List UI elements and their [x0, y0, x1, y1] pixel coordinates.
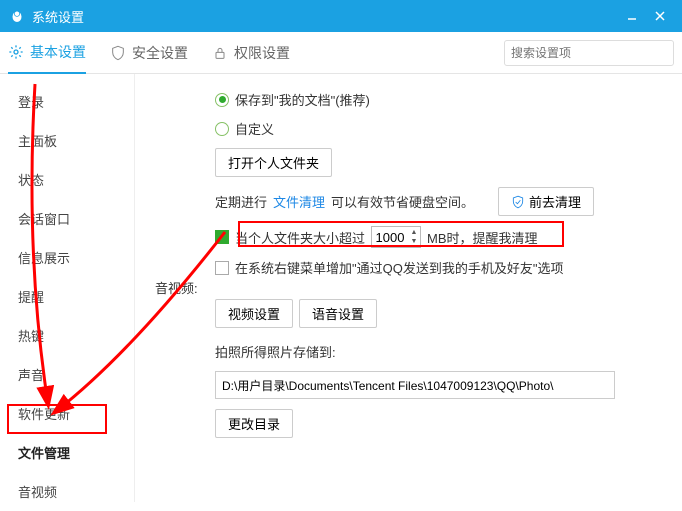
cleanup-link[interactable]: 文件清理	[273, 192, 325, 211]
radio-save-docs[interactable]	[215, 93, 229, 107]
content-panel: 保存到"我的文档"(推荐) 自定义 打开个人文件夹 定期进行文件清理可以有效节省…	[135, 74, 682, 502]
photo-path-input[interactable]	[215, 371, 615, 399]
av-section-label: 音视频:	[155, 278, 198, 297]
search-input[interactable]	[511, 46, 666, 60]
size-input[interactable]	[372, 230, 408, 245]
photo-storage-label: 拍照所得照片存储到:	[215, 342, 336, 361]
radio-custom-label: 自定义	[235, 119, 274, 138]
size-spinner[interactable]: ▲▼	[408, 228, 420, 246]
tab-permission-label: 权限设置	[234, 43, 290, 63]
tab-security-label: 安全设置	[132, 43, 188, 63]
cleanup-text-post: 可以有效节省硬盘空间。	[331, 192, 474, 211]
sidebar-item-chat[interactable]: 会话窗口	[0, 199, 134, 238]
sidebar-item-hotkey[interactable]: 热键	[0, 316, 134, 355]
lock-icon	[212, 45, 228, 61]
tab-basic-label: 基本设置	[30, 42, 86, 62]
sidebar-item-sound[interactable]: 声音	[0, 355, 134, 394]
radio-save-docs-label: 保存到"我的文档"(推荐)	[235, 90, 370, 109]
shield-icon	[110, 45, 126, 61]
sidebar-item-update[interactable]: 软件更新	[0, 394, 134, 433]
video-settings-button[interactable]: 视频设置	[215, 299, 293, 328]
close-button[interactable]	[646, 4, 674, 28]
change-dir-button[interactable]: 更改目录	[215, 409, 293, 438]
radio-custom[interactable]	[215, 122, 229, 136]
sidebar-item-mainpanel[interactable]: 主面板	[0, 121, 134, 160]
window-title: 系统设置	[32, 7, 618, 26]
sidebar-item-av[interactable]: 音视频	[0, 472, 134, 511]
open-folder-button[interactable]: 打开个人文件夹	[215, 148, 332, 177]
go-cleanup-button[interactable]: 前去清理	[498, 187, 594, 216]
sidebar-item-login[interactable]: 登录	[0, 82, 134, 121]
size-input-box[interactable]: ▲▼	[371, 226, 421, 248]
search-box[interactable]	[504, 40, 674, 66]
size-unit-label: MB时，提醒我清理	[427, 228, 538, 247]
cleanup-text-pre: 定期进行	[215, 192, 267, 211]
sidebar-item-status[interactable]: 状态	[0, 160, 134, 199]
sidebar: 登录 主面板 状态 会话窗口 信息展示 提醒 热键 声音 软件更新 文件管理 音…	[0, 74, 135, 502]
context-menu-label: 在系统右键菜单增加"通过QQ发送到我的手机及好友"选项	[235, 258, 563, 277]
app-logo-icon	[8, 7, 26, 25]
tab-security[interactable]: 安全设置	[110, 32, 188, 74]
sidebar-item-alert[interactable]: 提醒	[0, 277, 134, 316]
check-folder-size[interactable]	[215, 230, 229, 244]
gear-icon	[8, 44, 24, 60]
sidebar-item-info[interactable]: 信息展示	[0, 238, 134, 277]
tab-basic[interactable]: 基本设置	[8, 32, 86, 74]
shield-check-icon	[511, 195, 525, 209]
minimize-button[interactable]	[618, 4, 646, 28]
check-context-menu[interactable]	[215, 261, 229, 275]
size-pre-label: 当个人文件夹大小超过	[235, 228, 365, 247]
go-cleanup-label: 前去清理	[529, 192, 581, 211]
tab-permission[interactable]: 权限设置	[212, 32, 290, 74]
voice-settings-button[interactable]: 语音设置	[299, 299, 377, 328]
sidebar-item-filemgmt[interactable]: 文件管理	[0, 433, 134, 472]
